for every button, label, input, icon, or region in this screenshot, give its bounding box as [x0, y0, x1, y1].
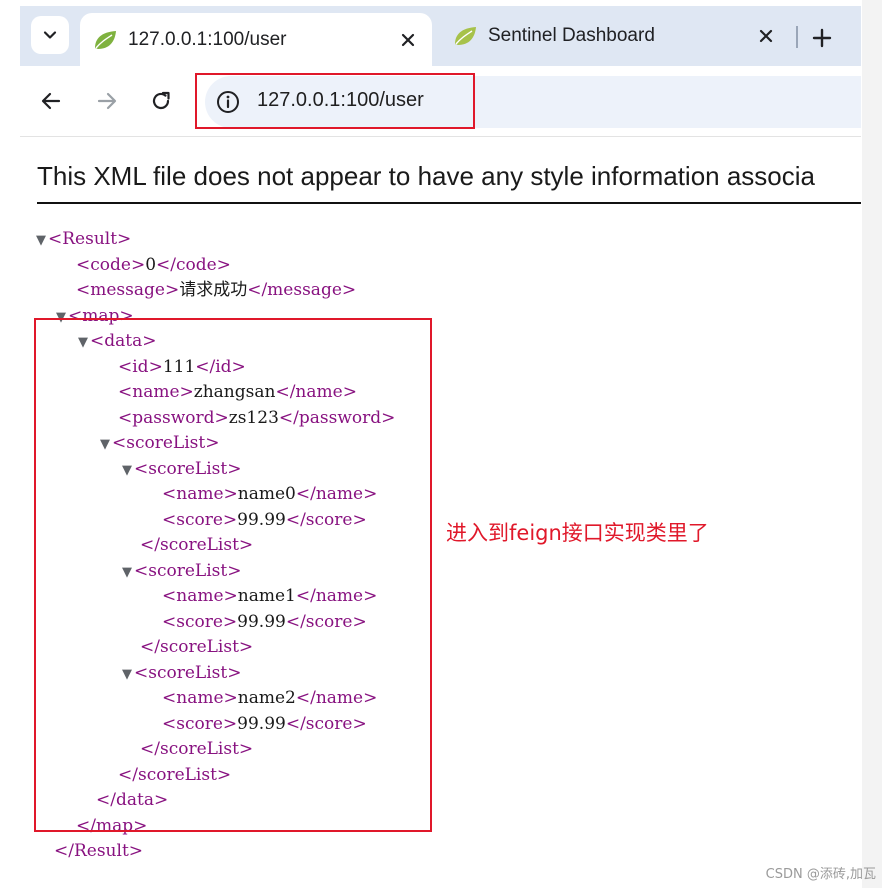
data-highlight-box	[34, 318, 432, 832]
arrow-left-icon	[41, 92, 61, 110]
tab-title: Sentinel Dashboard	[488, 25, 655, 46]
xml-value: 0	[145, 254, 157, 275]
xml-line[interactable]: ▼ <Result>	[36, 228, 131, 252]
chevron-down-icon	[43, 31, 57, 39]
annotation-text: 进入到feign接口实现类里了	[446, 521, 709, 545]
xml-value: 请求成功	[179, 280, 248, 300]
watermark: CSDN @添砖,加瓦	[765, 867, 876, 882]
xml-close-tag: </message>	[247, 280, 357, 300]
reload-icon	[152, 91, 170, 110]
spring-leaf-icon	[455, 27, 476, 45]
tab-title: 127.0.0.1:100/user	[128, 28, 287, 50]
back-button[interactable]	[36, 86, 66, 116]
close-tab-button[interactable]	[756, 26, 776, 46]
tab-search-button[interactable]	[31, 16, 69, 54]
new-tab-button[interactable]	[808, 24, 836, 52]
xml-line: </Result>	[54, 840, 143, 862]
close-icon	[401, 33, 415, 46]
plus-icon	[812, 28, 832, 48]
xml-close-tag: </Result>	[54, 841, 144, 861]
forward-button[interactable]	[92, 86, 122, 116]
xml-open-tag: <code>	[76, 254, 146, 275]
xml-line: <code>0</code>	[76, 254, 231, 276]
tab-separator	[796, 26, 798, 48]
tab-user[interactable]: 127.0.0.1:100/user	[80, 13, 432, 66]
tab-sentinel[interactable]: Sentinel Dashboard	[440, 12, 790, 60]
xml-line: <message>请求成功</message>	[76, 279, 356, 301]
reload-button[interactable]	[146, 86, 176, 116]
window-edge	[862, 0, 882, 888]
close-tab-button[interactable]	[398, 30, 418, 50]
xml-open-tag: <Result>	[48, 229, 132, 249]
xml-close-tag: </code>	[156, 254, 231, 275]
xml-open-tag: <message>	[76, 280, 180, 300]
collapse-triangle-icon[interactable]: ▼	[36, 233, 46, 248]
spring-leaf-icon	[95, 30, 116, 49]
close-icon	[759, 29, 773, 43]
xml-style-notice: This XML file does not appear to have an…	[37, 160, 861, 204]
address-highlight-box	[195, 73, 475, 129]
arrow-right-icon	[97, 92, 117, 110]
